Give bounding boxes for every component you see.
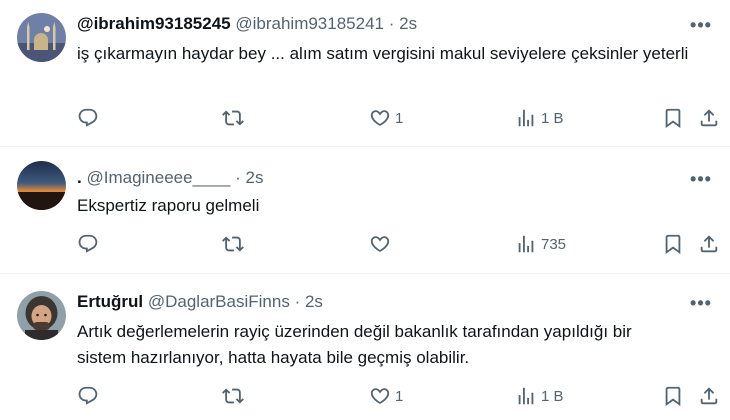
timestamp[interactable]: 2s — [399, 14, 417, 33]
retweet-icon — [222, 388, 244, 404]
avatar[interactable] — [17, 161, 66, 210]
bookmark-icon — [665, 386, 681, 407]
views-button[interactable]: 1 B — [515, 385, 564, 407]
reply-button[interactable] — [77, 385, 99, 407]
bookmark-icon — [665, 108, 681, 129]
tweet-actions: 1 1 B — [0, 107, 730, 133]
bookmark-button[interactable] — [662, 107, 684, 129]
share-icon — [700, 235, 718, 253]
views-button[interactable]: 735 — [515, 233, 566, 255]
more-options-icon[interactable]: ••• — [686, 16, 716, 39]
reply-icon — [78, 386, 98, 405]
bookmark-icon — [665, 234, 681, 255]
like-button[interactable]: 1 — [369, 385, 403, 407]
tweet[interactable]: . @Imagineeee____ · 2s ••• Ekspertiz rap… — [0, 147, 730, 273]
user-handle[interactable]: @ibrahim93185241 — [235, 14, 384, 33]
tweet-text: Artık değerlemelerin rayiç üzerinden değ… — [77, 322, 632, 367]
tweet-header: . @Imagineeee____ · 2s — [77, 167, 264, 189]
like-button[interactable]: 1 — [369, 107, 403, 129]
retweet-icon — [222, 236, 244, 252]
tweet[interactable]: Ertuğrul @DaglarBasiFinns · 2s ••• Artık… — [0, 274, 730, 420]
tweet-header: Ertuğrul @DaglarBasiFinns · 2s — [77, 291, 323, 313]
more-options-icon[interactable]: ••• — [686, 170, 716, 193]
views-icon — [518, 387, 534, 405]
tweet-actions: 1 1 B — [0, 385, 730, 411]
share-button[interactable] — [698, 107, 720, 129]
views-icon — [518, 235, 534, 253]
more-options-icon[interactable]: ••• — [686, 294, 716, 317]
user-handle[interactable]: @Imagineeee____ — [86, 168, 230, 187]
separator-dot: · — [235, 168, 241, 187]
display-name[interactable]: @ibrahim93185245 — [77, 14, 231, 33]
reply-button[interactable] — [77, 107, 99, 129]
person-avatar-image — [17, 291, 66, 340]
like-icon — [370, 388, 390, 404]
reply-button[interactable] — [77, 233, 99, 255]
views-icon — [518, 109, 534, 127]
like-count: 1 — [395, 109, 404, 127]
like-icon — [370, 236, 390, 252]
tweet-text: iş çıkarmayın haydar bey ... alım satım … — [77, 44, 689, 63]
views-button[interactable]: 1 B — [515, 107, 564, 129]
share-icon — [700, 109, 718, 127]
tweet-actions: 735 — [0, 233, 730, 259]
user-handle[interactable]: @DaglarBasiFinns — [148, 292, 290, 311]
retweet-button[interactable] — [222, 233, 244, 255]
reply-icon — [78, 234, 98, 253]
like-button[interactable] — [369, 233, 395, 255]
tweet-text: Ekspertiz raporu gelmeli — [77, 196, 260, 215]
separator-dot: · — [388, 14, 395, 33]
reply-icon — [78, 108, 98, 127]
views-count: 735 — [541, 235, 567, 253]
share-button[interactable] — [698, 385, 720, 407]
tweet-header: @ibrahim93185245 @ibrahim93185241 · 2s — [77, 13, 417, 35]
timestamp[interactable]: 2s — [246, 168, 264, 187]
avatar[interactable] — [17, 13, 66, 62]
display-name[interactable]: . — [77, 168, 82, 187]
separator-dot: · — [294, 292, 301, 311]
avatar[interactable] — [17, 291, 66, 340]
share-icon — [700, 387, 718, 405]
retweet-button[interactable] — [222, 107, 244, 129]
share-button[interactable] — [698, 233, 720, 255]
display-name[interactable]: Ertuğrul — [77, 292, 143, 311]
like-icon — [370, 110, 390, 126]
tweet[interactable]: @ibrahim93185245 @ibrahim93185241 · 2s •… — [0, 0, 730, 146]
like-count: 1 — [395, 387, 404, 405]
mosque-avatar-image — [17, 13, 66, 62]
retweet-button[interactable] — [222, 385, 244, 407]
timestamp[interactable]: 2s — [305, 292, 323, 311]
views-count: 1 B — [541, 109, 564, 127]
bookmark-button[interactable] — [662, 385, 684, 407]
sunset-avatar-image — [17, 161, 66, 210]
views-count: 1 B — [541, 387, 564, 405]
bookmark-button[interactable] — [662, 233, 684, 255]
retweet-icon — [222, 110, 244, 126]
